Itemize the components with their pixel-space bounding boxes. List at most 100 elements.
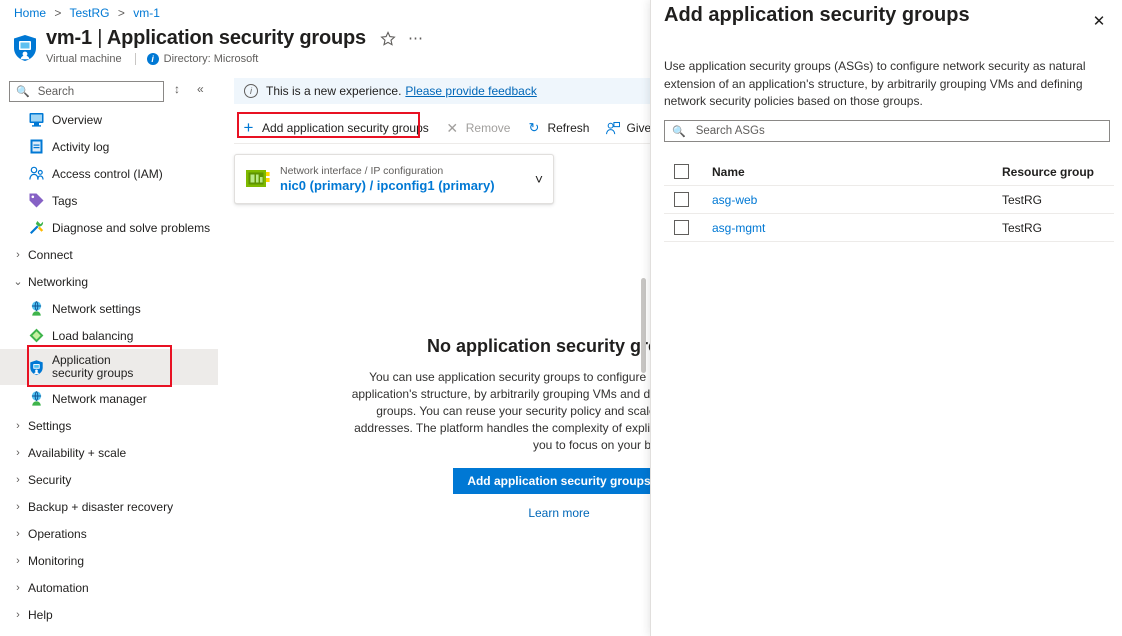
chevron-down-icon[interactable]: ˅ (535, 171, 543, 187)
page-title-separator: | (97, 27, 102, 49)
sidebar-item-automation[interactable]: ›Automation (0, 574, 218, 601)
asg-name-link[interactable]: asg-mgmt (712, 221, 765, 235)
remove-button-label: Remove (466, 121, 511, 135)
search-icon: 🔍 (672, 125, 686, 138)
cell-name: asg-mgmt (712, 221, 1002, 235)
sidebar-item-security[interactable]: ›Security (0, 466, 218, 493)
sidebar-item-application-security-groups[interactable]: Application security groups (0, 349, 218, 385)
sidebar-item-connect[interactable]: ›Connect (0, 241, 218, 268)
learn-more-link[interactable]: Learn more (348, 506, 650, 520)
row-select-cell (664, 192, 712, 207)
sidebar-item-label: Connect (28, 248, 73, 262)
sidebar-item-access-control-iam[interactable]: Access control (IAM) (0, 160, 218, 187)
asg-search-input[interactable] (694, 124, 1094, 138)
activity-log-icon (28, 138, 45, 155)
sidebar-item-tags[interactable]: Tags (0, 187, 218, 214)
sidebar-item-monitoring[interactable]: ›Monitoring (0, 547, 218, 574)
close-x-icon: ✕ (445, 121, 460, 136)
sidebar-item-settings[interactable]: ›Settings (0, 412, 218, 439)
sidebar-item-label: Activity log (52, 140, 109, 154)
sidebar-item-load-balancing[interactable]: Load balancing (0, 322, 218, 349)
provide-feedback-link[interactable]: Please provide feedback (405, 84, 536, 98)
cell-name: asg-web (712, 193, 1002, 207)
breadcrumb: Home > TestRG > vm-1 (14, 6, 160, 20)
page-title-row: vm-1 | Application security groups ⋯ (46, 27, 424, 50)
sidebar-item-network-settings[interactable]: Network settings (0, 295, 218, 322)
feedback-person-icon (605, 121, 620, 136)
table-header-row: Name Resource group (664, 158, 1114, 186)
chevron-right-icon: › (10, 501, 26, 513)
search-icon: 🔍 (16, 85, 30, 98)
chevron-right-icon: › (10, 249, 26, 261)
plus-icon: + (241, 121, 256, 136)
page-header: vm-1 | Application security groups ⋯ Vir… (10, 26, 650, 74)
nic-value: nic0 (primary) / ipconfig1 (primary) (280, 178, 529, 194)
sidebar-item-backup-disaster-recovery[interactable]: ›Backup + disaster recovery (0, 493, 218, 520)
empty-state-add-button[interactable]: Add application security groups (453, 468, 650, 494)
sidebar-item-networking[interactable]: ⌄Networking (0, 268, 218, 295)
sidebar-item-label: Availability + scale (28, 446, 126, 460)
info-icon: i (147, 53, 159, 65)
ellipsis-icon[interactable]: ⋯ (408, 35, 424, 43)
chevron-right-icon: › (10, 420, 26, 432)
portal-main-area: Home > TestRG > vm-1 vm-1 | Application … (0, 0, 650, 636)
network-manager-icon (28, 390, 45, 407)
diagnose-wrench-icon (28, 219, 45, 236)
row-checkbox[interactable] (674, 220, 689, 235)
nic-text-block: Network interface / IP configuration nic… (280, 165, 529, 194)
breadcrumb-item-home[interactable]: Home (14, 6, 46, 20)
search-input[interactable] (36, 85, 156, 99)
sidebar-item-operations[interactable]: ›Operations (0, 520, 218, 547)
sidebar-collapse-icon[interactable]: « (197, 82, 204, 96)
panel-title: Add application security groups (664, 4, 970, 27)
remove-button[interactable]: ✕ Remove (438, 114, 520, 142)
close-icon[interactable]: ✕ (1086, 9, 1112, 33)
breadcrumb-item-vm1[interactable]: vm-1 (133, 6, 160, 20)
banner-text: This is a new experience. (266, 84, 401, 98)
sidebar-item-label: Application security groups (52, 354, 148, 380)
network-settings-icon (28, 300, 45, 317)
asg-search-box[interactable]: 🔍 (664, 120, 1110, 142)
star-icon[interactable] (380, 31, 396, 47)
cell-resource-group: TestRG (1002, 221, 1114, 235)
feedback-button-label: Give feedback (626, 121, 650, 135)
panel-description: Use application security groups (ASGs) t… (664, 58, 1111, 111)
empty-state: No application security groups You can u… (228, 336, 650, 520)
add-application-security-groups-button[interactable]: + Add application security groups (234, 114, 438, 142)
table-row[interactable]: asg-mgmt TestRG (664, 214, 1114, 242)
sidebar-item-label: Load balancing (52, 329, 133, 343)
page-title: vm-1 | Application security groups (46, 27, 366, 50)
directory-label: Directory: Microsoft (164, 53, 259, 65)
sidebar-item-availability-scale[interactable]: ›Availability + scale (0, 439, 218, 466)
network-interface-selector[interactable]: Network interface / IP configuration nic… (234, 154, 554, 204)
row-checkbox[interactable] (674, 192, 689, 207)
chevron-right-icon: › (10, 474, 26, 486)
sidebar-search[interactable]: 🔍 (9, 81, 164, 102)
sidebar-item-label: Network settings (52, 302, 141, 316)
add-button-label: Add application security groups (262, 121, 429, 135)
refresh-icon: ↻ (526, 121, 541, 136)
chevron-right-icon: › (10, 582, 26, 594)
give-feedback-button[interactable]: Give feedback (598, 114, 650, 142)
empty-state-body: You can use application security groups … (348, 369, 650, 454)
command-bar: + Add application security groups ✕ Remo… (234, 113, 650, 143)
sidebar-resize-icon[interactable]: ↕ (174, 82, 180, 96)
shield-icon (28, 359, 45, 376)
azure-portal-screen: Home > TestRG > vm-1 vm-1 | Application … (0, 0, 1122, 636)
asg-name-link[interactable]: asg-web (712, 193, 757, 207)
breadcrumb-item-testrg[interactable]: TestRG (70, 6, 110, 20)
content-scrollbar-thumb[interactable] (641, 278, 646, 373)
sidebar-item-diagnose-and-solve-problems[interactable]: Diagnose and solve problems (0, 214, 218, 241)
select-all-checkbox[interactable] (674, 164, 689, 179)
chevron-right-icon: › (10, 447, 26, 459)
table-row[interactable]: asg-webTestRG (664, 186, 1114, 214)
sidebar-item-help[interactable]: ›Help (0, 601, 218, 628)
breadcrumb-separator: > (54, 6, 61, 20)
sidebar-item-activity-log[interactable]: Activity log (0, 133, 218, 160)
column-header-name: Name (712, 165, 1002, 179)
sidebar-item-overview[interactable]: Overview (0, 106, 218, 133)
refresh-button[interactable]: ↻ Refresh (519, 114, 598, 142)
asg-table: Name Resource group asg-webTestRGasg-mgm… (664, 158, 1114, 242)
sidebar-item-network-manager[interactable]: Network manager (0, 385, 218, 412)
table-body: asg-webTestRG asg-mgmt TestRG (664, 186, 1114, 242)
